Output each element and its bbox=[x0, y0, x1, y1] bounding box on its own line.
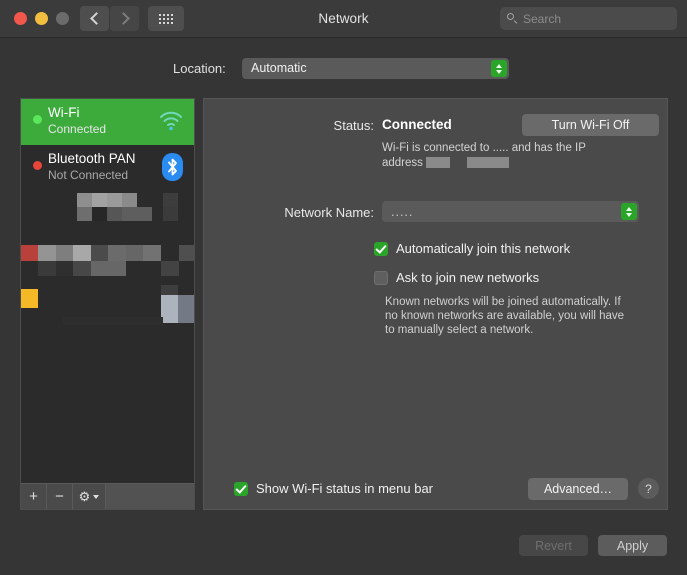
chevron-down-icon bbox=[93, 495, 99, 499]
show-menu-bar-label: Show Wi-Fi status in menu bar bbox=[256, 482, 433, 496]
service-status: Connected bbox=[48, 122, 106, 136]
service-list: Wi-Fi Connected Bluetooth PAN Not Connec… bbox=[21, 99, 194, 483]
network-preferences-window: Network Search Location: Automatic Wi-Fi… bbox=[0, 0, 687, 575]
help-button[interactable]: ? bbox=[638, 478, 659, 499]
sidebar-item-bluetooth-pan[interactable]: Bluetooth PAN Not Connected bbox=[21, 145, 194, 191]
list-item[interactable] bbox=[21, 283, 194, 329]
ask-join-row[interactable]: Ask to join new networks bbox=[374, 271, 539, 285]
ask-join-help-text: Known networks will be joined automatica… bbox=[385, 295, 635, 337]
ask-join-label: Ask to join new networks bbox=[396, 271, 539, 285]
network-name-value: ..... bbox=[391, 205, 413, 219]
status-label: Status: bbox=[314, 118, 374, 133]
redacted-ip-block-2 bbox=[467, 157, 509, 168]
service-list-sidebar: Wi-Fi Connected Bluetooth PAN Not Connec… bbox=[20, 98, 195, 510]
action-menu-button[interactable]: ⚙ bbox=[73, 484, 106, 509]
show-menu-bar-checkbox[interactable] bbox=[234, 482, 248, 496]
auto-join-row[interactable]: Automatically join this network bbox=[374, 242, 570, 256]
chevron-updown-icon[interactable] bbox=[621, 203, 637, 220]
titlebar: Network Search bbox=[0, 0, 687, 38]
search-icon bbox=[507, 13, 518, 24]
wifi-icon bbox=[157, 107, 185, 135]
bluetooth-icon bbox=[157, 153, 185, 181]
location-value: Automatic bbox=[251, 61, 307, 75]
list-item[interactable] bbox=[21, 191, 194, 237]
sidebar-item-wifi[interactable]: Wi-Fi Connected bbox=[21, 99, 194, 145]
search-placeholder: Search bbox=[523, 12, 561, 26]
service-name: Bluetooth PAN bbox=[48, 151, 136, 166]
chevron-updown-icon[interactable] bbox=[491, 60, 507, 77]
revert-button[interactable]: Revert bbox=[519, 535, 588, 556]
location-label: Location: bbox=[173, 61, 226, 76]
description-line1: Wi-Fi is connected to ..... and has the … bbox=[382, 142, 586, 154]
wifi-settings-panel: Status: Connected Turn Wi-Fi Off Wi-Fi i… bbox=[203, 98, 668, 510]
redacted-ip-block-1 bbox=[426, 157, 450, 168]
gear-icon: ⚙ bbox=[79, 490, 91, 503]
search-input[interactable]: Search bbox=[500, 7, 677, 30]
connection-description: Wi-Fi is connected to ..... and has the … bbox=[382, 141, 627, 171]
sidebar-toolbar: + − ⚙ bbox=[21, 483, 194, 509]
list-item[interactable] bbox=[21, 237, 194, 283]
apply-button[interactable]: Apply bbox=[598, 535, 667, 556]
remove-service-button[interactable]: − bbox=[47, 484, 73, 509]
turn-wifi-off-button[interactable]: Turn Wi-Fi Off bbox=[522, 114, 659, 136]
add-service-button[interactable]: + bbox=[21, 484, 47, 509]
status-dot-red bbox=[33, 161, 42, 170]
network-name-label: Network Name: bbox=[264, 205, 374, 220]
service-name: Wi-Fi bbox=[48, 105, 79, 120]
advanced-button[interactable]: Advanced… bbox=[528, 478, 628, 500]
status-value: Connected bbox=[382, 117, 452, 132]
location-select[interactable]: Automatic bbox=[242, 58, 509, 79]
service-status: Not Connected bbox=[48, 168, 128, 182]
status-dot-green bbox=[33, 115, 42, 124]
auto-join-checkbox[interactable] bbox=[374, 242, 388, 256]
ask-join-checkbox[interactable] bbox=[374, 271, 388, 285]
menu-bar-row[interactable]: Show Wi-Fi status in menu bar bbox=[234, 482, 433, 496]
description-line2: address bbox=[382, 157, 423, 169]
network-name-select[interactable]: ..... bbox=[382, 201, 639, 222]
auto-join-label: Automatically join this network bbox=[396, 242, 570, 256]
toolbar-filler bbox=[106, 484, 194, 509]
